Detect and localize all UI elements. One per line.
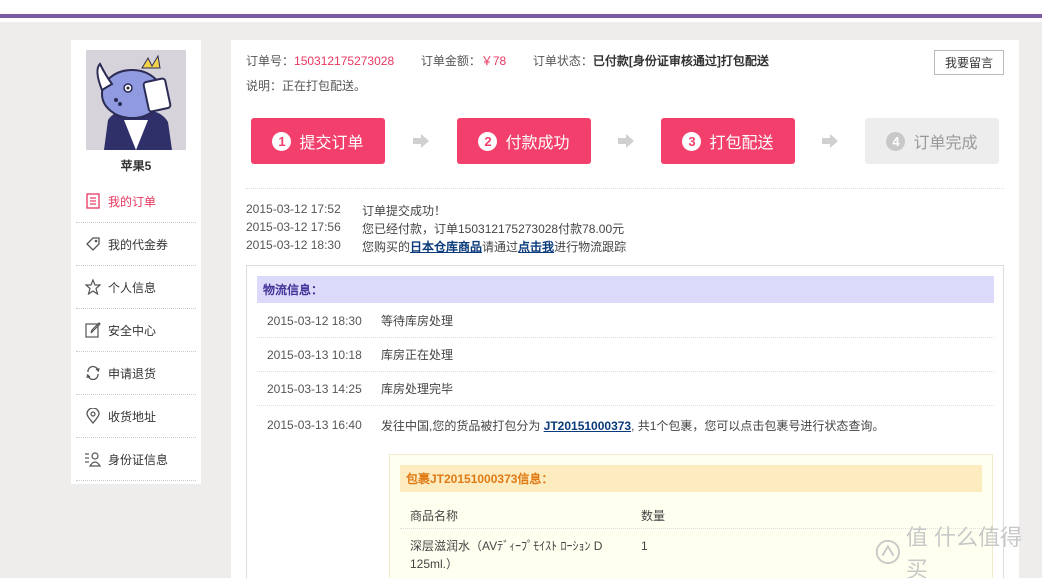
leave-message-button[interactable]: 我要留言 (934, 50, 1004, 75)
sidebar-menu: 我的订单 我的代金券 个人信息 安全中心 申请退货 收货地址 身份证信息 (76, 180, 196, 481)
order-status-label: 订单状态： (532, 54, 593, 68)
sidebar-item-returns[interactable]: 申请退货 (76, 352, 196, 395)
logistics-text: , 共1个包裹，您可以点击包裹号进行状态查询。 (631, 418, 885, 433)
divider (246, 188, 1004, 189)
logistics-row: 2015-03-13 14:25 库房处理完毕 (257, 372, 994, 406)
logistics-time: 2015-03-13 10:18 (267, 347, 362, 362)
top-bar (0, 0, 1042, 22)
package-table-header: 商品名称 数量 (400, 499, 982, 529)
japan-warehouse-link[interactable]: 日本仓库商品 (410, 240, 482, 254)
timeline-time: 2015-03-12 17:56 (246, 220, 341, 234)
sidebar-item-address[interactable]: 收货地址 (76, 395, 196, 438)
smzdm-logo-icon (875, 539, 900, 565)
order-info-line: 订单号：150312175273028 订单金额：￥78 订单状态：已付款[身份… (246, 52, 769, 69)
order-number-label: 订单号： (246, 54, 295, 68)
logistics-row: 2015-03-12 18:30 等待库房处理 (257, 304, 994, 338)
top-stripe (0, 14, 1042, 18)
arrow-right-icon (618, 134, 634, 148)
step-label: 打包配送 (709, 135, 774, 152)
logistics-text: 等待库房处理 (381, 314, 454, 328)
timeline-time: 2015-03-12 18:30 (246, 238, 341, 252)
order-progress-steps: 1 提交订单 2 付款成功 3 打包配送 4 订单完成 (251, 118, 1001, 164)
order-amount: ￥78 (480, 54, 507, 68)
username: 苹果5 (120, 159, 152, 173)
logistics-text: 库房处理完毕 (381, 382, 454, 396)
timeline-row: 2015-03-12 18:30 您购买的日本仓库商品请通过点击我进行物流跟踪 (246, 238, 1006, 256)
step-number: 1 (272, 131, 292, 151)
package-number-link[interactable]: JT20151000373 (544, 419, 631, 433)
order-timeline: 2015-03-12 17:52 订单提交成功！ 2015-03-12 17:5… (246, 202, 1006, 256)
sidebar-item-personal-info[interactable]: 个人信息 (76, 266, 196, 309)
sidebar-item-id-card[interactable]: 身份证信息 (76, 438, 196, 481)
logistics-time: 2015-03-13 14:25 (267, 381, 362, 396)
sidebar-item-security[interactable]: 安全中心 (76, 309, 196, 352)
logistics-title: 物流信息： (257, 276, 994, 303)
timeline-time: 2015-03-12 17:52 (246, 202, 341, 216)
step-label: 提交订单 (299, 135, 364, 152)
sidebar-item-label: 身份证信息 (108, 452, 169, 467)
step-label: 订单完成 (913, 135, 978, 152)
rhino-mascot-icon (86, 50, 186, 150)
sidebar: 苹果5 我的订单 我的代金券 个人信息 安全中心 申请退货 收货地址 身份证信息 (71, 40, 201, 484)
step-number: 3 (682, 131, 702, 151)
sidebar-item-label: 我的代金券 (108, 237, 169, 252)
click-me-link[interactable]: 点击我 (518, 240, 554, 254)
logistics-box: 物流信息： 2015-03-12 18:30 等待库房处理 2015-03-13… (246, 265, 1004, 578)
timeline-text: 进行物流跟踪 (554, 240, 627, 254)
logistics-row: 2015-03-13 10:18 库房正在处理 (257, 338, 994, 372)
sidebar-item-label: 申请退货 (108, 366, 157, 381)
step-label: 付款成功 (505, 135, 570, 152)
logistics-row: 2015-03-13 16:40 发往中国,您的货品被打包分为 JT201510… (257, 408, 994, 442)
step-payment-success: 2 付款成功 (457, 118, 591, 164)
timeline-text: 订单提交成功！ (362, 204, 447, 218)
star-icon (84, 278, 102, 296)
refresh-icon (84, 364, 102, 382)
column-header-name: 商品名称 (410, 509, 459, 523)
coupon-tag-icon (84, 235, 102, 253)
package-title: 包裹JT20151000373信息： (400, 465, 982, 492)
package-item-qty: 1 (641, 539, 648, 553)
timeline-row: 2015-03-12 17:56 您已经付款，订单150312175273028… (246, 220, 1006, 238)
order-amount-label: 订单金额： (420, 54, 481, 68)
sidebar-item-label: 个人信息 (108, 280, 157, 295)
order-number: 150312175273028 (294, 54, 395, 68)
step-number: 4 (886, 131, 906, 151)
arrow-right-icon (822, 134, 838, 148)
sidebar-item-coupons[interactable]: 我的代金券 (76, 223, 196, 266)
step-submit-order: 1 提交订单 (251, 118, 385, 164)
logistics-text: 库房正在处理 (381, 348, 454, 362)
order-status: 已付款[身份证审核通过]打包配送 (592, 54, 769, 68)
timeline-text: 您购买的 (362, 240, 411, 254)
sidebar-item-label: 安全中心 (108, 323, 157, 338)
edit-pencil-icon (84, 321, 102, 339)
logistics-time: 2015-03-13 16:40 (267, 418, 362, 432)
sidebar-item-label: 我的订单 (108, 194, 157, 209)
step-number: 2 (478, 131, 498, 151)
logistics-time: 2015-03-12 18:30 (267, 313, 362, 328)
timeline-text: 请通过 (482, 240, 519, 254)
order-list-icon (84, 192, 102, 210)
step-packing-shipping: 3 打包配送 (661, 118, 795, 164)
sidebar-item-my-orders[interactable]: 我的订单 (76, 180, 196, 223)
watermark-text: 值 什么值得买 (905, 525, 1022, 578)
logistics-text: 发往中国,您的货品被打包分为 (381, 418, 544, 433)
package-item-name: 深层滋润水（AVﾃﾞｨｰﾌﾟﾓｲｽﾄ ﾛｰｼｮﾝ D 125ml.） (410, 539, 603, 571)
column-header-qty: 数量 (641, 509, 666, 523)
location-pin-icon (84, 407, 102, 425)
order-detail-panel: 订单号：150312175273028 订单金额：￥78 订单状态：已付款[身份… (231, 40, 1019, 578)
watermark: 值 什么值得买 (874, 525, 1034, 578)
sidebar-item-label: 收货地址 (108, 409, 157, 424)
step-order-complete: 4 订单完成 (865, 118, 999, 164)
id-card-icon (84, 450, 102, 468)
timeline-row: 2015-03-12 17:52 订单提交成功！ (246, 202, 1006, 220)
arrow-right-icon (413, 134, 429, 148)
avatar[interactable] (86, 50, 186, 150)
order-note: 说明：正在打包配送。 (246, 79, 367, 93)
timeline-text: 您已经付款，订单150312175273028付款78.00元 (362, 222, 625, 236)
